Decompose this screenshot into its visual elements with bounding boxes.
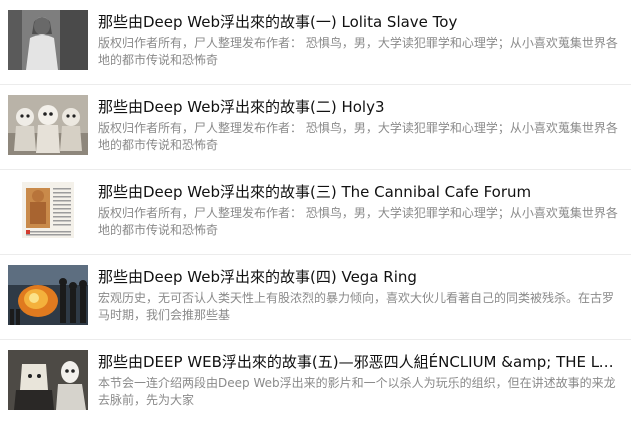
- list-item[interactable]: 那些由Deep Web浮出來的故事(二) Holy3 版权归作者所有，尸人整理发…: [0, 85, 631, 170]
- article-title[interactable]: 那些由Deep Web浮出來的故事(四) Vega Ring: [98, 267, 618, 287]
- article-list: 那些由Deep Web浮出來的故事(一) Lolita Slave Toy 版权…: [0, 0, 631, 431]
- list-item[interactable]: 那些由Deep Web浮出來的故事(一) Lolita Slave Toy 版权…: [0, 0, 631, 85]
- list-item[interactable]: 那些由Deep Web浮出來的故事(四) Vega Ring 宏观历史，无可否认…: [0, 255, 631, 340]
- article-description: 宏观历史，无可否认人类天性上有股浓烈的暴力倾向，喜欢大伙儿看著自己的同类被残杀。…: [98, 291, 615, 322]
- article-description: 版权归作者所有，尸人整理发布作者： 恐惧鸟，男，大学读犯罪学和心理学；从小喜欢蒐…: [98, 121, 618, 152]
- article-title[interactable]: 那些由Deep Web浮出來的故事(二) Holy3: [98, 97, 618, 117]
- list-item[interactable]: 那些由Deep Web浮出來的故事(三) The Cannibal Cafe F…: [0, 170, 631, 255]
- article-description: 版权归作者所有，尸人整理发布作者： 恐惧鸟，男，大学读犯罪学和心理学；从小喜欢蒐…: [98, 206, 618, 237]
- article-description: 版权归作者所有，尸人整理发布作者： 恐惧鸟，男，大学读犯罪学和心理学；从小喜欢蒐…: [98, 36, 618, 67]
- fire-crowd-photo-icon[interactable]: [8, 265, 88, 325]
- article-title[interactable]: 那些由Deep Web浮出來的故事(三) The Cannibal Cafe F…: [98, 182, 618, 202]
- vintage-girl-photo-icon[interactable]: [8, 10, 88, 70]
- article-title[interactable]: 那些由Deep Web浮出來的故事(一) Lolita Slave Toy: [98, 12, 618, 32]
- masked-figures-photo-icon[interactable]: [8, 350, 88, 410]
- article-description: 本节会一连介绍两段由Deep Web浮出来的影片和一个以杀人为玩乐的组织，但在讲…: [98, 376, 616, 407]
- newspaper-clipping-photo-icon[interactable]: [8, 180, 88, 240]
- three-dolls-photo-icon[interactable]: [8, 95, 88, 155]
- list-item[interactable]: 那些由DEEP WEB浮出來的故事(五)—邪恶四人組ÉNCLIUM &amp; …: [0, 340, 631, 431]
- article-title[interactable]: 那些由DEEP WEB浮出來的故事(五)—邪恶四人組ÉNCLIUM &amp; …: [98, 352, 618, 372]
